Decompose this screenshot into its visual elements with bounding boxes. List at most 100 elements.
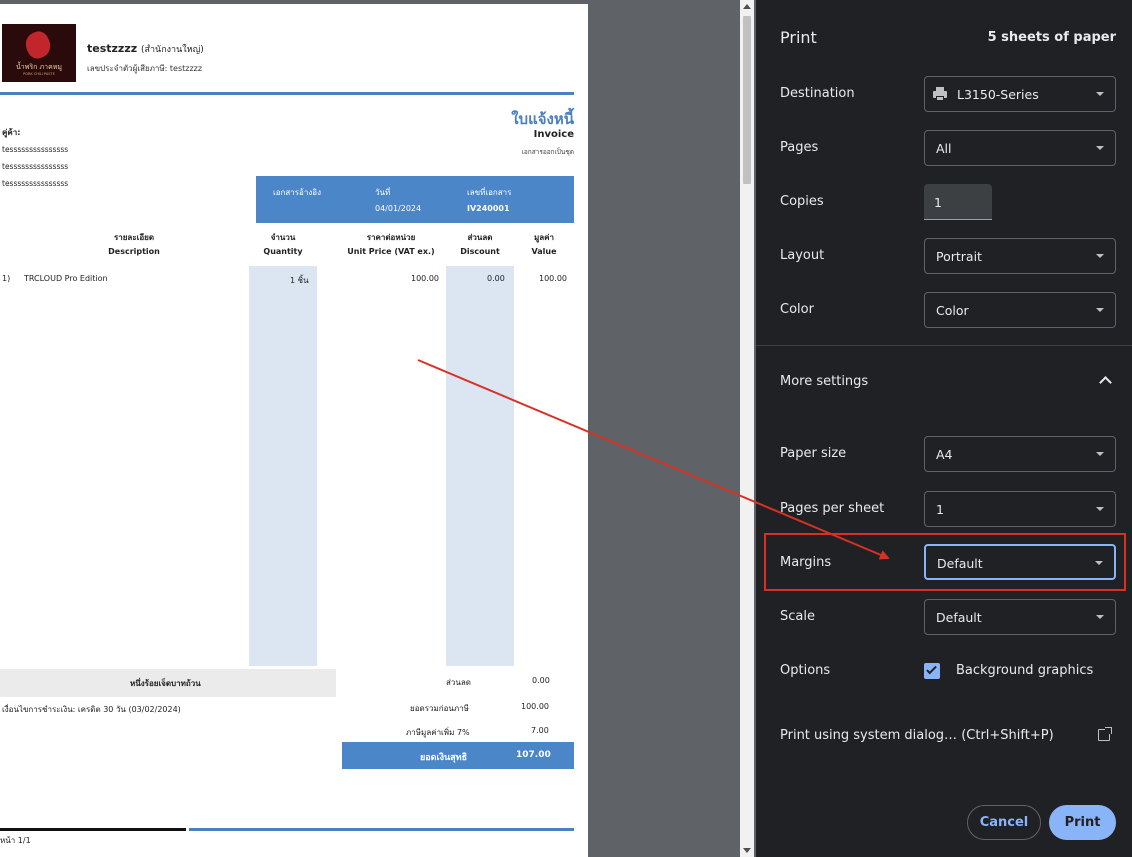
- copies-field[interactable]: [924, 184, 992, 220]
- net-total-value: 107.00: [516, 750, 551, 760]
- chevron-down-icon: [1096, 146, 1104, 150]
- document-title-en: Invoice: [533, 129, 574, 140]
- chili-logo-icon: [21, 28, 55, 62]
- invoice-page-preview: น้ำพริก ภาคหมู PORK CHILI PASTE testzzzz…: [0, 4, 588, 857]
- discount-column-band: [446, 266, 514, 666]
- tax-id: เลขประจำตัวผู้เสียภาษี: testzzzz: [87, 64, 203, 73]
- document-note: เอกสารออกเป็นชุด: [521, 148, 574, 156]
- customer-line: tesssssssssssssss: [2, 162, 69, 171]
- layout-label: Layout: [780, 248, 825, 263]
- chevron-up-icon[interactable]: [1099, 376, 1112, 389]
- checkbox-checked-icon: [926, 663, 937, 675]
- date-value: 04/01/2024: [375, 204, 422, 213]
- scroll-down-icon[interactable]: [743, 848, 751, 853]
- copies-label: Copies: [780, 194, 824, 209]
- open-in-new-icon[interactable]: [1098, 727, 1112, 741]
- scroll-thumb[interactable]: [743, 16, 751, 184]
- more-settings-toggle[interactable]: More settings: [780, 374, 868, 389]
- document-reference-box: เอกสารอ้างอิง วันที่ 04/01/2024 เลขที่เอ…: [256, 176, 574, 223]
- ref-doc-label: เอกสารอ้างอิง: [273, 188, 321, 197]
- pages-per-sheet-select[interactable]: 1: [924, 491, 1116, 527]
- item-quantity: 1 ชิ้น: [290, 276, 309, 285]
- background-graphics-checkbox[interactable]: [924, 663, 940, 679]
- amount-in-words: หนึ่งร้อยเจ็ดบาทถ้วน: [130, 679, 201, 688]
- pages-value: All: [936, 141, 952, 156]
- printer-icon: [933, 87, 947, 101]
- payment-terms: เงื่อนไขการชำระเงิน: เครดิต 30 วัน (03/0…: [2, 705, 181, 714]
- footer-line-blue: [189, 828, 574, 831]
- company-name: testzzzz (สำนักงานใหญ่): [87, 42, 204, 55]
- item-discount: 0.00: [487, 274, 505, 283]
- paper-size-select[interactable]: A4: [924, 436, 1116, 472]
- item-description: TRCLOUD Pro Edition: [24, 274, 108, 283]
- destination-label: Destination: [780, 86, 855, 101]
- scale-select[interactable]: Default: [924, 599, 1116, 635]
- chevron-down-icon: [1096, 308, 1104, 312]
- chevron-down-icon: [1096, 507, 1104, 511]
- item-unit-price: 100.00: [411, 274, 439, 283]
- pages-per-sheet-value: 1: [936, 502, 944, 517]
- pages-select[interactable]: All: [924, 130, 1116, 166]
- chevron-down-icon: [1096, 92, 1104, 96]
- print-settings-panel: Print 5 sheets of paper Destination L315…: [756, 0, 1132, 857]
- company-logo: น้ำพริก ภาคหมู PORK CHILI PASTE: [2, 24, 76, 82]
- pages-label: Pages: [780, 140, 819, 155]
- document-title-th: ใบแจ้งหนี้: [511, 110, 574, 128]
- copies-input[interactable]: [934, 192, 984, 212]
- sheet-count: 5 sheets of paper: [987, 30, 1116, 45]
- page-number: หน้า 1/1: [0, 836, 31, 845]
- net-total-label: ยอดเงินสุทธิ: [420, 753, 468, 763]
- date-label: วันที่: [375, 188, 391, 197]
- chevron-down-icon: [1096, 254, 1104, 258]
- options-label: Options: [780, 663, 831, 678]
- customer-label: คู่ค้า:: [2, 128, 21, 137]
- quantity-column-band: [249, 266, 317, 666]
- scroll-up-icon[interactable]: [743, 4, 751, 9]
- pages-per-sheet-label: Pages per sheet: [780, 501, 885, 516]
- customer-line: tesssssssssssssss: [2, 145, 69, 154]
- header-divider: [0, 92, 574, 95]
- destination-value: L3150-Series: [957, 87, 1039, 102]
- system-dialog-link[interactable]: Print using system dialog… (Ctrl+Shift+P…: [780, 728, 1054, 743]
- doc-number-label: เลขที่เอกสาร: [467, 188, 512, 197]
- logo-subtext: PORK CHILI PASTE: [23, 72, 55, 76]
- paper-size-label: Paper size: [780, 446, 847, 461]
- color-select[interactable]: Color: [924, 292, 1116, 328]
- summary-vat-label: ภาษีมูลค่าเพิ่ม 7%: [406, 728, 470, 737]
- summary-discount-value: 0.00: [532, 676, 550, 685]
- margins-value: Default: [937, 556, 983, 571]
- layout-select[interactable]: Portrait: [924, 238, 1116, 274]
- column-header-description: รายละเอียด Description: [108, 233, 160, 256]
- paper-size-value: A4: [936, 447, 953, 462]
- background-graphics-label[interactable]: Background graphics: [956, 663, 1093, 678]
- chevron-down-icon: [1096, 452, 1104, 456]
- color-label: Color: [780, 302, 814, 317]
- summary-subtotal-label: ยอดรวมก่อนภาษี: [410, 704, 469, 713]
- summary-vat-value: 7.00: [531, 726, 549, 735]
- column-header-value: มูลค่า Value: [531, 233, 557, 256]
- summary-subtotal-value: 100.00: [521, 702, 549, 711]
- item-number: 1): [2, 274, 11, 283]
- section-divider: [756, 345, 1132, 346]
- scale-value: Default: [936, 610, 982, 625]
- panel-title: Print: [780, 28, 817, 47]
- chevron-down-icon: [1096, 615, 1104, 619]
- print-button[interactable]: Print: [1049, 805, 1116, 840]
- item-value: 100.00: [539, 274, 567, 283]
- color-value: Color: [936, 303, 969, 318]
- preview-scrollbar[interactable]: [740, 0, 754, 857]
- cancel-button[interactable]: Cancel: [967, 805, 1041, 840]
- doc-number-value: IV240001: [467, 204, 510, 213]
- customer-line: tesssssssssssssss: [2, 179, 69, 188]
- footer-line-black: [0, 828, 186, 831]
- column-header-unit-price: ราคาต่อหน่วย Unit Price (VAT ex.): [347, 233, 435, 256]
- column-header-discount: ส่วนลด Discount: [460, 233, 500, 256]
- margins-label: Margins: [780, 555, 832, 570]
- summary-discount-label: ส่วนลด: [446, 678, 471, 687]
- margins-select[interactable]: Default: [924, 544, 1116, 580]
- layout-value: Portrait: [936, 249, 982, 264]
- destination-select[interactable]: L3150-Series: [924, 76, 1116, 112]
- column-header-quantity: จำนวน Quantity: [263, 233, 303, 256]
- scale-label: Scale: [780, 609, 815, 624]
- print-preview-area: น้ำพริก ภาคหมู PORK CHILI PASTE testzzzz…: [0, 0, 756, 857]
